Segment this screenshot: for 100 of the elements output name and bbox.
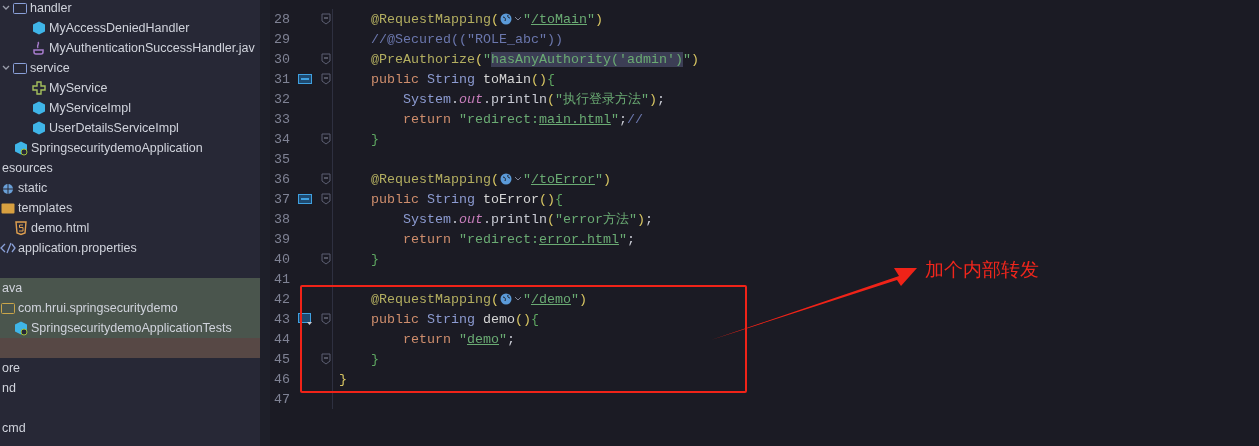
method-icon[interactable] (298, 312, 312, 326)
code-token: @RequestMapping (371, 11, 491, 27)
code-token: " (595, 171, 603, 187)
code-token: . (451, 212, 459, 227)
tree-item[interactable]: nd (0, 378, 260, 398)
line-number: 40 (273, 251, 290, 267)
code-link[interactable]: /toMain (531, 11, 587, 27)
code-token: " (523, 291, 531, 307)
code-token: " (523, 11, 531, 27)
code-link[interactable]: demo (467, 331, 499, 347)
code-token: "redirect: (459, 111, 539, 127)
code-token: ) (595, 11, 603, 27)
tree-item[interactable]: com.hrui.springsecuritydemo (0, 298, 260, 318)
code-token: "执行登录方法" (555, 92, 649, 107)
fold-marker-icon[interactable] (321, 53, 331, 65)
class-icon (31, 120, 47, 136)
line-number: 30 (273, 51, 290, 67)
globe-icon[interactable] (499, 12, 523, 26)
tree-item[interactable]: MyServiceImpl (0, 98, 260, 118)
code-token: " (459, 331, 467, 347)
fold-marker-icon[interactable] (321, 353, 331, 365)
code-link[interactable]: /toError (531, 171, 595, 187)
code-token: " (587, 11, 595, 27)
tree-item[interactable]: demo.html (0, 218, 260, 238)
code-token: .println (483, 92, 547, 107)
tree-item[interactable]: cmd (0, 418, 260, 438)
line-number: 44 (273, 331, 290, 347)
code-token: " (618, 231, 627, 247)
tree-item[interactable]: service (0, 58, 260, 78)
fold-marker-icon[interactable] (321, 193, 331, 205)
tree-item[interactable]: MyService (0, 78, 260, 98)
code-token: toMain (483, 71, 531, 87)
code-token: public (371, 311, 420, 327)
code-token: { (547, 71, 555, 87)
class-icon (31, 100, 47, 116)
code-token: { (531, 311, 539, 327)
code-token: () (515, 311, 531, 327)
line-number: 41 (273, 271, 290, 287)
code-token: } (371, 131, 379, 147)
code-token: } (371, 251, 379, 267)
code-token: ( (547, 92, 555, 107)
code-token: } (339, 371, 347, 387)
tree-item[interactable]: handler (0, 0, 260, 18)
globe-icon[interactable] (499, 172, 523, 186)
code-token: ( (491, 171, 499, 187)
code-token: demo (483, 311, 515, 327)
code-token: @PreAuthorize (371, 51, 475, 67)
code-token: } (371, 351, 379, 367)
code-token: ) (579, 291, 587, 307)
tree-item[interactable]: static (0, 178, 260, 198)
code-token: ; (618, 111, 627, 127)
code-token: " (523, 171, 531, 187)
fold-marker-icon[interactable] (321, 13, 331, 25)
code-token: ) (649, 92, 657, 107)
code-token: return (403, 331, 452, 347)
code-token: ; (626, 231, 635, 247)
code-token: "error方法" (555, 212, 637, 227)
code-token: () (539, 191, 555, 207)
code-link[interactable]: /demo (531, 291, 571, 307)
fold-marker-icon[interactable] (321, 253, 331, 265)
line-number: 29 (273, 31, 290, 47)
code-token: //@Secured(("ROLE_abc")) (371, 31, 563, 47)
tree-item[interactable]: MyAuthenticationSuccessHandler.jav (0, 38, 260, 58)
folder-icon (12, 0, 28, 16)
line-number: 32 (273, 91, 290, 107)
code-token: return (403, 231, 452, 247)
code-token: out (459, 92, 483, 107)
fold-marker-icon[interactable] (321, 73, 331, 85)
code-token: ) (690, 51, 699, 67)
code-token: ( (491, 11, 499, 27)
line-number: 33 (273, 111, 290, 127)
code-token: .println (483, 212, 547, 227)
code-token: { (555, 191, 563, 207)
folder-icon (0, 300, 16, 316)
code-token: ( (475, 51, 483, 67)
tree-item[interactable]: SpringsecuritydemoApplicationTests (0, 318, 260, 338)
code-tag-icon (0, 240, 16, 256)
tree-item[interactable]: MyAccessDeniedHandler (0, 18, 260, 38)
code-link[interactable]: error.html (539, 231, 619, 247)
tree-item[interactable]: application.properties (0, 238, 260, 258)
tree-item[interactable]: ore (0, 358, 260, 378)
tree-item[interactable]: UserDetailsServiceImpl (0, 118, 260, 138)
code-token: System (403, 212, 451, 227)
code-token: ; (657, 92, 665, 107)
tree-item[interactable]: SpringsecuritydemoApplication (0, 138, 260, 158)
fold-marker-icon[interactable] (321, 313, 331, 325)
code-token: // (626, 111, 643, 127)
globe-icon[interactable] (499, 292, 523, 306)
tree-item[interactable]: esources (0, 158, 260, 178)
code-token: String (427, 71, 476, 87)
code-link[interactable]: main.html (539, 111, 611, 127)
fold-marker-icon[interactable] (321, 173, 331, 185)
code-token: System (403, 92, 451, 107)
tree-item[interactable]: templates (0, 198, 260, 218)
code-token: @RequestMapping (371, 171, 491, 187)
class-icon (31, 20, 47, 36)
code-token: ; (645, 212, 653, 227)
fold-marker-icon[interactable] (321, 133, 331, 145)
line-number: 39 (273, 231, 290, 247)
tree-item[interactable]: ava (0, 278, 260, 298)
